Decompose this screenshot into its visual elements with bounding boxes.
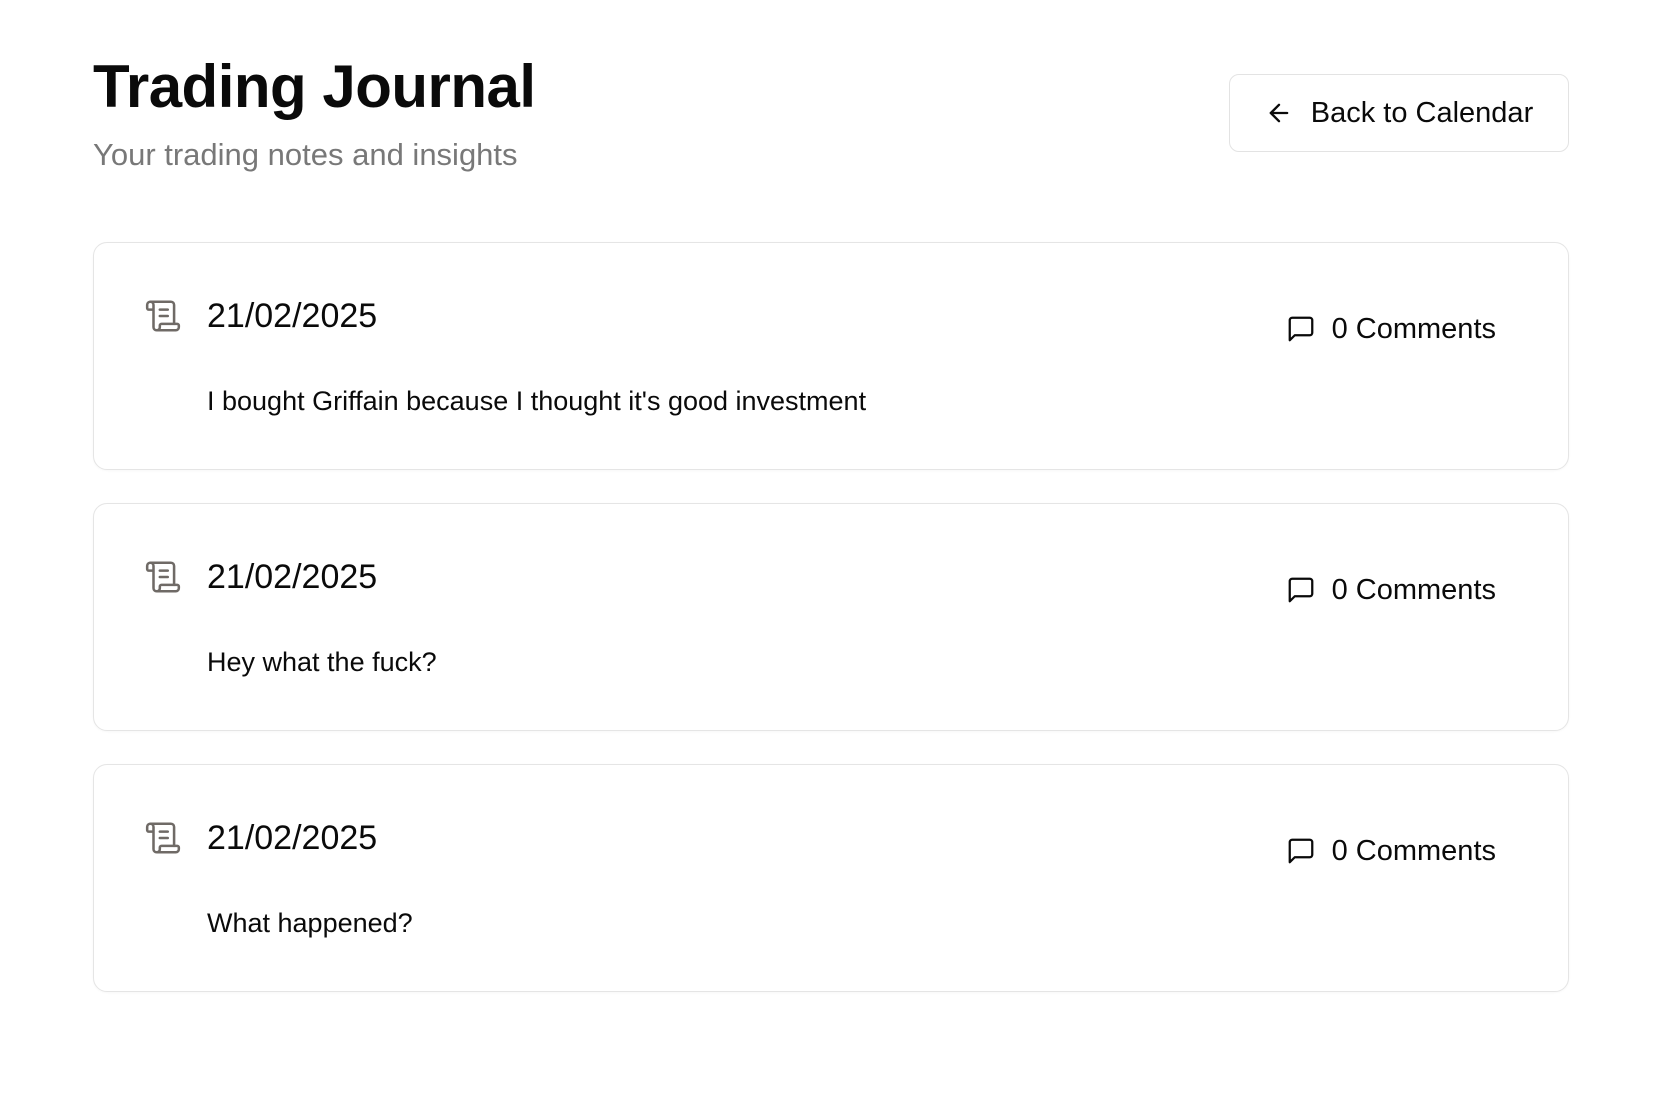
comments-button[interactable]: 0 Comments xyxy=(1286,311,1496,347)
page-header: Trading Journal Your trading notes and i… xyxy=(93,0,1569,230)
entry-date: 21/02/2025 xyxy=(207,297,378,335)
scroll-icon xyxy=(144,558,182,596)
journal-page: Trading Journal Your trading notes and i… xyxy=(93,0,1569,992)
entry-text: Hey what the fuck? xyxy=(207,647,437,677)
comments-count-label: 0 Comments xyxy=(1331,574,1496,606)
entry-text: I bought Griffain because I thought it's… xyxy=(207,386,867,416)
message-square-icon xyxy=(1286,314,1316,344)
journal-entry-card[interactable]: 21/02/2025 0 Comments I bought Griffain … xyxy=(93,242,1569,470)
scroll-icon xyxy=(144,819,182,857)
comments-count-label: 0 Comments xyxy=(1331,313,1496,345)
message-square-icon xyxy=(1286,836,1316,866)
message-square-icon xyxy=(1286,575,1316,605)
page-title: Trading Journal xyxy=(93,53,536,120)
comments-button[interactable]: 0 Comments xyxy=(1286,833,1496,869)
journal-entry-card[interactable]: 21/02/2025 0 Comments Hey what the fuck? xyxy=(93,503,1569,731)
comments-count-label: 0 Comments xyxy=(1331,835,1496,867)
scroll-icon xyxy=(144,297,182,335)
entry-date: 21/02/2025 xyxy=(207,558,378,596)
back-to-calendar-button[interactable]: Back to Calendar xyxy=(1229,74,1569,152)
comments-button[interactable]: 0 Comments xyxy=(1286,572,1496,608)
journal-entry-card[interactable]: 21/02/2025 0 Comments What happened? xyxy=(93,764,1569,992)
arrow-left-icon xyxy=(1265,99,1293,127)
entry-text: What happened? xyxy=(207,908,413,938)
back-to-calendar-label: Back to Calendar xyxy=(1310,96,1534,129)
entry-date: 21/02/2025 xyxy=(207,819,378,857)
journal-entry-list: 21/02/2025 0 Comments I bought Griffain … xyxy=(93,242,1569,1025)
page-subtitle: Your trading notes and insights xyxy=(93,137,518,172)
